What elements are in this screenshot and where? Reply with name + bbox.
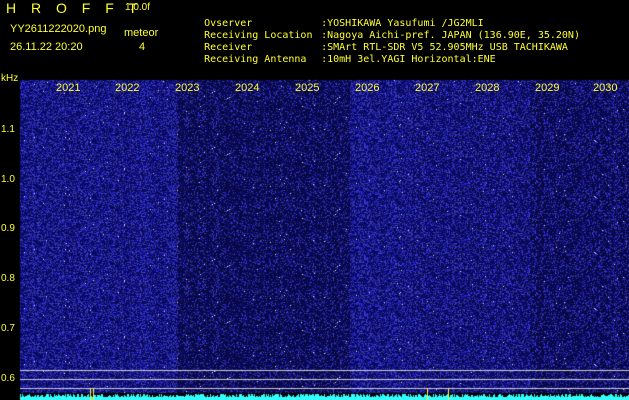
y-tick-label: 0.7: [1, 323, 15, 334]
y-tick-label: 0.6: [1, 373, 15, 384]
meteor-label: meteor: [124, 27, 159, 39]
x-label: 2023: [175, 82, 200, 94]
x-label: 2028: [475, 82, 500, 94]
y-axis-unit: kHz: [1, 73, 19, 84]
meteor-count: 4: [139, 41, 146, 53]
info-value: :10mH 3el.YAGI Horizontal:ENE: [321, 54, 496, 65]
y-tick-label: 0.9: [1, 223, 15, 234]
x-label: 2030: [593, 82, 618, 94]
y-tick-label: 1.1: [1, 124, 15, 135]
y-tick-label: 1.0: [1, 174, 15, 185]
x-label: 2029: [535, 82, 560, 94]
x-label: 2026: [355, 82, 380, 94]
timestamp: 26.11.22 20:20: [10, 41, 83, 53]
app-title: H R O F F T: [6, 0, 143, 16]
x-label: 2024: [235, 82, 260, 94]
file-name: YY2611222020.png: [10, 23, 107, 35]
app-version: 1.0.0f: [125, 2, 151, 13]
y-tick-label: 0.8: [1, 273, 15, 284]
info-key: Receiving Antenna: [204, 54, 307, 65]
x-label: 2025: [295, 82, 320, 94]
info-antenna: Receiving Antenna :10mH 3el.YAGI Horizont…: [180, 43, 496, 76]
x-label: 2021: [56, 82, 81, 94]
x-label: 2022: [115, 82, 140, 94]
hrofft-window: H R O F F T 1.0.0f YY2611222020.png mete…: [0, 0, 629, 400]
x-label: 2027: [415, 82, 440, 94]
